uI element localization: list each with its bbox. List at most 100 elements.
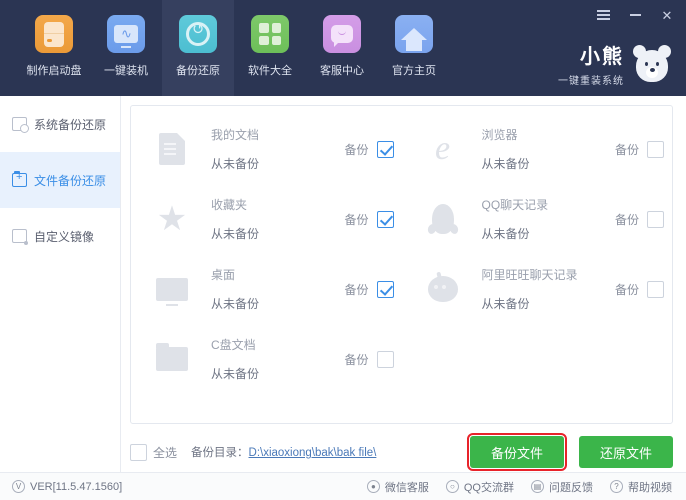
desktop-monitor-icon (151, 268, 193, 310)
backup-item-status: 从未备份 (211, 227, 260, 241)
backup-checkbox-label: 备份 (344, 142, 369, 157)
backup-item-row[interactable]: QQ聊天记录 从未备份 备份 (402, 184, 673, 254)
backup-item-title: 收藏夹 (211, 198, 248, 212)
backup-item-status: 从未备份 (481, 297, 530, 311)
footer-link-label: 微信客服 (384, 481, 429, 494)
circled-v-icon: V (12, 480, 25, 493)
feedback-icon: ▤ (531, 480, 544, 493)
backup-checkbox-label: 备份 (344, 212, 369, 227)
backup-item-title: QQ聊天记录 (481, 198, 549, 212)
ie-browser-icon: e (434, 130, 451, 167)
footer-link-qq-group[interactable]: ○ QQ交流群 (445, 479, 514, 495)
backup-item-row[interactable]: 桌面 从未备份 备份 (131, 254, 402, 324)
brand-slogan: 一键重装系统 (558, 76, 624, 87)
wechat-icon: ● (366, 480, 380, 493)
footer-links: ● 微信客服 ○ QQ交流群 ▤ 问题反馈 ? 帮助视频 (366, 479, 672, 495)
minimize-button[interactable] (626, 6, 644, 24)
backup-item-title: C盘文档 (211, 338, 256, 352)
toolbar-tab-label: 软件大全 (248, 65, 292, 77)
select-all-control[interactable]: 全选 (130, 443, 178, 461)
toolbar-tab-service[interactable]: 客服中心 (306, 0, 378, 96)
customer-service-icon (323, 15, 361, 53)
file-backup-icon (12, 170, 27, 187)
sidebar-item-label: 文件备份还原 (34, 173, 107, 188)
sidebar-item-label: 自定义镜像 (34, 229, 95, 244)
sidebar-item-file-backup[interactable]: 文件备份还原 (0, 152, 120, 208)
backup-item-title: 桌面 (211, 268, 236, 282)
backup-checkbox[interactable] (376, 280, 394, 298)
brand-logo: 小熊 一键重装系统 (558, 40, 672, 87)
restore-files-button[interactable]: 还原文件 (579, 436, 673, 468)
brand-name: 小熊 (580, 46, 624, 68)
backup-restore-icon (179, 15, 217, 53)
backup-item-row-empty (402, 324, 673, 394)
footer-link-help-video[interactable]: ? 帮助视频 (610, 479, 672, 495)
backup-checkbox[interactable] (647, 140, 664, 158)
backup-items-panel: 我的文档 从未备份 备份 e 浏览器 从未备份 备份 ★ 收藏夹 从未备份 备份… (130, 105, 673, 424)
toolbar-tab-software[interactable]: 软件大全 (234, 0, 306, 96)
backup-checkbox-label: 备份 (614, 282, 639, 297)
sidebar-item-custom-image[interactable]: 自定义镜像 (0, 208, 120, 264)
footer-link-wechat[interactable]: ● 微信客服 (366, 479, 429, 495)
backup-checkbox[interactable] (647, 280, 664, 298)
sidebar-item-system-backup[interactable]: 系统备份还原 (0, 96, 120, 152)
select-all-checkbox[interactable] (130, 443, 147, 461)
backup-directory-path[interactable]: D:\xiaoxiong\bak\bak file\ (249, 447, 377, 459)
software-grid-icon (251, 15, 289, 53)
close-button[interactable]: ✕ (658, 6, 676, 24)
toolbar-tab-label: 制作启动盘 (26, 65, 82, 77)
toolbar-tab-backup-restore[interactable]: 备份还原 (162, 0, 234, 96)
backup-item-title: 浏览器 (481, 128, 518, 142)
document-icon (151, 128, 193, 170)
window-controls: ✕ (594, 4, 676, 26)
bear-logo-icon (632, 44, 672, 83)
main-toolbar: 制作启动盘 ∿ 一键装机 备份还原 软件大全 客服中心 官方主页 (18, 0, 450, 96)
hamburger-icon (596, 10, 610, 20)
menu-button[interactable] (594, 6, 612, 24)
backup-checkbox[interactable] (376, 350, 394, 368)
sidebar: 系统备份还原 文件备份还原 自定义镜像 (0, 96, 121, 472)
backup-item-row[interactable]: C盘文档 从未备份 备份 (131, 324, 402, 394)
toolbar-tab-usb[interactable]: 制作启动盘 (18, 0, 90, 96)
toolbar-tab-install[interactable]: ∿ 一键装机 (90, 0, 162, 96)
minimize-icon (629, 14, 641, 16)
backup-item-row[interactable]: 我的文档 从未备份 备份 (131, 114, 402, 184)
qq-group-icon: ○ (445, 480, 459, 493)
backup-checkbox-label: 备份 (614, 142, 639, 157)
footer-link-label: 帮助视频 (628, 481, 672, 494)
system-backup-icon (12, 117, 29, 133)
footer-link-label: 问题反馈 (549, 481, 593, 494)
backup-item-row[interactable]: ★ 收藏夹 从未备份 备份 (131, 184, 402, 254)
close-icon: ✕ (661, 7, 673, 23)
version-info: V VER[11.5.47.1560] (12, 480, 122, 493)
select-all-label: 全选 (153, 445, 178, 460)
footer-link-label: QQ交流群 (463, 481, 514, 494)
app-header: ✕ 制作启动盘 ∿ 一键装机 备份还原 软件大全 客服中心 官方主页 (0, 0, 686, 96)
backup-item-status: 从未备份 (481, 157, 530, 171)
backup-checkbox[interactable] (376, 210, 394, 228)
toolbar-tab-label: 一键装机 (104, 65, 148, 77)
toolbar-tab-homepage[interactable]: 官方主页 (378, 0, 450, 96)
backup-item-title: 阿里旺旺聊天记录 (481, 268, 578, 282)
backup-item-row[interactable]: 阿里旺旺聊天记录 从未备份 备份 (402, 254, 673, 324)
help-video-icon: ? (610, 480, 623, 493)
backup-files-button[interactable]: 备份文件 (467, 433, 567, 471)
backup-directory-label: 备份目录： (191, 447, 249, 459)
backup-items-grid: 我的文档 从未备份 备份 e 浏览器 从未备份 备份 ★ 收藏夹 从未备份 备份… (131, 106, 672, 394)
status-bar: V VER[11.5.47.1560] ● 微信客服 ○ QQ交流群 ▤ 问题反… (0, 472, 686, 500)
sidebar-item-label: 系统备份还原 (34, 117, 107, 132)
qq-penguin-icon (422, 198, 464, 240)
monitor-install-icon: ∿ (107, 15, 145, 53)
backup-directory: 备份目录：D:\xiaoxiong\bak\bak file\ (191, 444, 376, 460)
footer-link-feedback[interactable]: ▤ 问题反馈 (531, 479, 593, 495)
backup-item-status: 从未备份 (211, 297, 260, 311)
content-area: 系统备份还原 文件备份还原 自定义镜像 我的文档 从未备份 备份 (0, 96, 686, 472)
backup-item-status: 从未备份 (211, 367, 260, 381)
aliwangwang-icon (422, 268, 464, 310)
backup-checkbox[interactable] (376, 140, 394, 158)
backup-item-row[interactable]: e 浏览器 从未备份 备份 (402, 114, 673, 184)
backup-checkbox[interactable] (647, 210, 664, 228)
backup-item-status: 从未备份 (211, 157, 260, 171)
backup-checkbox-label: 备份 (344, 352, 369, 367)
backup-item-title: 我的文档 (211, 128, 260, 142)
